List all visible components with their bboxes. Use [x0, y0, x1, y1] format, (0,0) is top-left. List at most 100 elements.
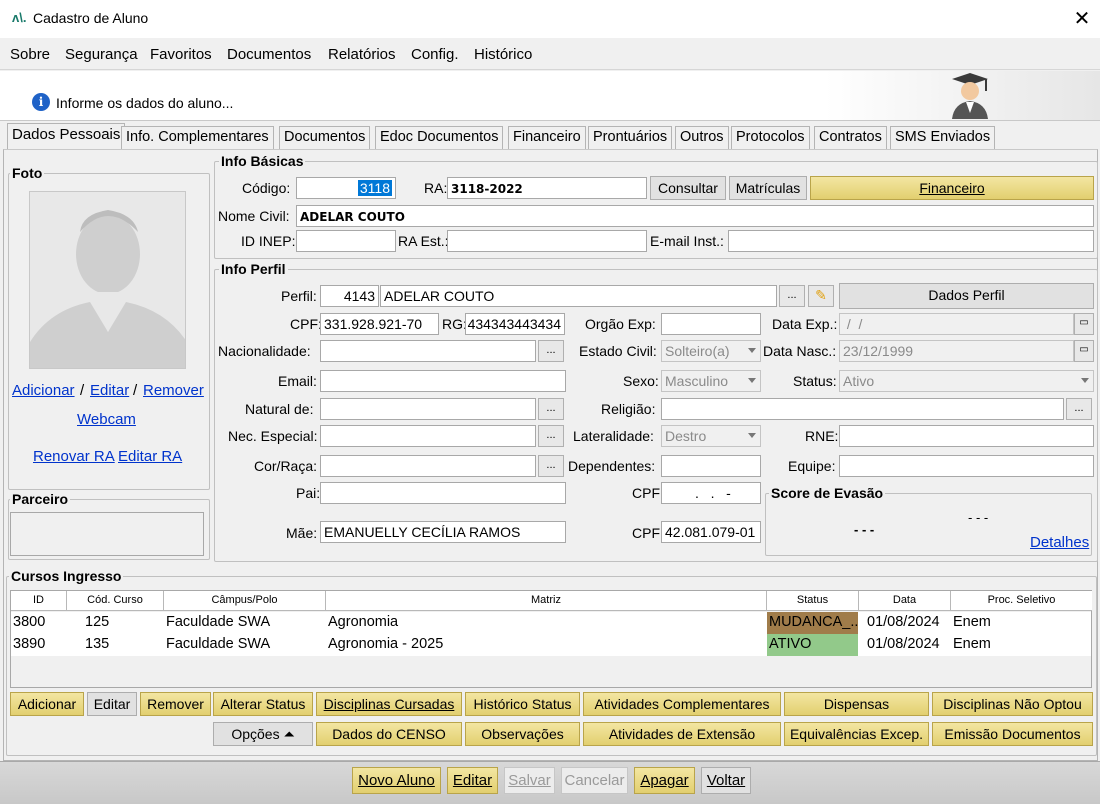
sexo-select[interactable]: Masculino: [661, 370, 761, 392]
id-inep-field[interactable]: [296, 230, 396, 252]
remover-foto-link[interactable]: Remover: [143, 382, 204, 399]
ra-est-field[interactable]: [447, 230, 647, 252]
column-header-proc-seletivo[interactable]: Proc. Seletivo: [951, 591, 1092, 611]
equivalencias-excep-button[interactable]: Equivalências Excep.: [784, 722, 929, 746]
rg-field[interactable]: 434343443434: [465, 313, 565, 335]
emissao-documentos-button[interactable]: Emissão Documentos: [932, 722, 1093, 746]
apagar-button[interactable]: Apagar: [634, 767, 695, 794]
natural-search-button[interactable]: ...: [538, 398, 564, 420]
column-header-cod-curso[interactable]: Cód. Curso: [67, 591, 164, 611]
perfil-search-button[interactable]: ...: [779, 285, 805, 307]
calendar-icon[interactable]: ▭: [1074, 340, 1094, 362]
editar-foto-link[interactable]: Editar: [90, 382, 129, 399]
nacionalidade-field[interactable]: [320, 340, 536, 362]
estado-civil-select[interactable]: Solteiro(a): [661, 340, 761, 362]
dados-censo-button[interactable]: Dados do CENSO: [316, 722, 462, 746]
data-nasc-field[interactable]: 23/12/1999: [839, 340, 1074, 362]
tab-contratos[interactable]: Contratos: [814, 126, 887, 149]
lateralidade-select[interactable]: Destro: [661, 425, 761, 447]
salvar-button[interactable]: Salvar: [504, 767, 555, 794]
tab-edoc-documentos[interactable]: Edoc Documentos: [375, 126, 504, 149]
tab-prontuarios[interactable]: Prontuários: [588, 126, 673, 149]
menu-seguranca[interactable]: Segurança: [65, 46, 138, 63]
email-field[interactable]: [320, 370, 566, 392]
voltar-button[interactable]: Voltar: [701, 767, 751, 794]
edit-pencil-icon[interactable]: ✎: [808, 285, 834, 307]
disciplinas-nao-optou-button[interactable]: Disciplinas Não Optou: [932, 692, 1093, 716]
alterar-status-button[interactable]: Alterar Status: [213, 692, 313, 716]
codigo-field[interactable]: 3118: [296, 177, 396, 199]
menu-sobre[interactable]: Sobre: [10, 46, 50, 63]
disciplinas-cursadas-button[interactable]: Disciplinas Cursadas: [316, 692, 462, 716]
dependentes-field[interactable]: [661, 455, 761, 477]
cursos-table[interactable]: ID Cód. Curso Câmpus/Polo Matriz Status …: [10, 590, 1092, 688]
nacionalidade-search-button[interactable]: ...: [538, 340, 564, 362]
adicionar-foto-link[interactable]: Adicionar: [12, 382, 75, 399]
cor-raca-field[interactable]: [320, 455, 536, 477]
tab-info-complementares[interactable]: Info. Complementares: [121, 126, 274, 149]
nec-especial-search-button[interactable]: ...: [538, 425, 564, 447]
novo-aluno-button[interactable]: Novo Aluno: [352, 767, 441, 794]
cpf-field[interactable]: 331.928.921-70: [320, 313, 439, 335]
editar-ra-link[interactable]: Editar RA: [118, 448, 182, 465]
renovar-ra-link[interactable]: Renovar RA: [33, 448, 115, 465]
column-header-id[interactable]: ID: [11, 591, 67, 611]
cpf-mae-field[interactable]: 42.081.079-01: [661, 521, 761, 543]
menu-favoritos[interactable]: Favoritos: [150, 46, 212, 63]
adicionar-curso-button[interactable]: Adicionar: [10, 692, 84, 716]
tab-documentos[interactable]: Documentos: [279, 126, 371, 149]
column-header-data[interactable]: Data: [859, 591, 951, 611]
nec-especial-field[interactable]: [320, 425, 536, 447]
tab-outros[interactable]: Outros: [675, 126, 729, 149]
religiao-search-button[interactable]: ...: [1066, 398, 1092, 420]
menu-historico[interactable]: Histórico: [474, 46, 532, 63]
tab-sms-enviados[interactable]: SMS Enviados: [890, 126, 996, 149]
observacoes-button[interactable]: Observações: [465, 722, 580, 746]
status-select[interactable]: Ativo: [839, 370, 1094, 392]
opcoes-dropdown-button[interactable]: Opções ⏶: [213, 722, 313, 746]
data-exp-field[interactable]: / /: [839, 313, 1074, 335]
equipe-field[interactable]: [839, 455, 1094, 477]
nome-civil-field[interactable]: ADELAR COUTO: [296, 205, 1094, 227]
mae-field[interactable]: EMANUELLY CECÍLIA RAMOS: [320, 521, 566, 543]
editar-aluno-button[interactable]: Editar: [447, 767, 498, 794]
menu-documentos[interactable]: Documentos: [227, 46, 311, 63]
dados-perfil-button[interactable]: Dados Perfil: [839, 283, 1094, 309]
table-row[interactable]: 3890 135 Faculdade SWA Agronomia - 2025 …: [11, 634, 1091, 656]
calendar-icon[interactable]: ▭: [1074, 313, 1094, 335]
orgao-exp-field[interactable]: [661, 313, 761, 335]
column-header-campus[interactable]: Câmpus/Polo: [164, 591, 326, 611]
financeiro-button[interactable]: Financeiro: [810, 176, 1094, 200]
detalhes-link[interactable]: Detalhes: [1030, 534, 1089, 551]
email-inst-field[interactable]: [728, 230, 1094, 252]
editar-curso-button[interactable]: Editar: [87, 692, 137, 716]
dispensas-button[interactable]: Dispensas: [784, 692, 929, 716]
column-header-matriz[interactable]: Matriz: [326, 591, 767, 611]
tab-protocolos[interactable]: Protocolos: [731, 126, 810, 149]
close-icon[interactable]: ✕: [1072, 6, 1092, 31]
matriculas-button[interactable]: Matrículas: [729, 176, 807, 200]
atividades-extensao-button[interactable]: Atividades de Extensão: [583, 722, 781, 746]
remover-curso-button[interactable]: Remover: [140, 692, 211, 716]
natural-field[interactable]: [320, 398, 536, 420]
menu-relatorios[interactable]: Relatórios: [328, 46, 396, 63]
tab-financeiro[interactable]: Financeiro: [508, 126, 586, 149]
historico-status-button[interactable]: Histórico Status: [465, 692, 580, 716]
cor-raca-search-button[interactable]: ...: [538, 455, 564, 477]
atividades-complementares-button[interactable]: Atividades Complementares: [583, 692, 781, 716]
perfil-id-field[interactable]: 4143: [320, 285, 379, 307]
perfil-nome-field[interactable]: ADELAR COUTO: [380, 285, 777, 307]
consultar-button[interactable]: Consultar: [650, 176, 726, 200]
tab-dados-pessoais[interactable]: Dados Pessoais: [7, 123, 126, 150]
religiao-field[interactable]: [661, 398, 1064, 420]
cpf-pai-field[interactable]: . . -: [661, 482, 761, 504]
rne-field[interactable]: [839, 425, 1094, 447]
pai-field[interactable]: [320, 482, 566, 504]
table-row[interactable]: 3800 125 Faculdade SWA Agronomia MUDANCA…: [11, 612, 1091, 634]
column-header-status[interactable]: Status: [767, 591, 859, 611]
webcam-link[interactable]: Webcam: [77, 411, 136, 428]
ra-field[interactable]: 3118-2022: [447, 177, 647, 199]
parceiro-field[interactable]: [10, 512, 204, 556]
cancelar-button[interactable]: Cancelar: [561, 767, 628, 794]
menu-config[interactable]: Config.: [411, 46, 459, 63]
